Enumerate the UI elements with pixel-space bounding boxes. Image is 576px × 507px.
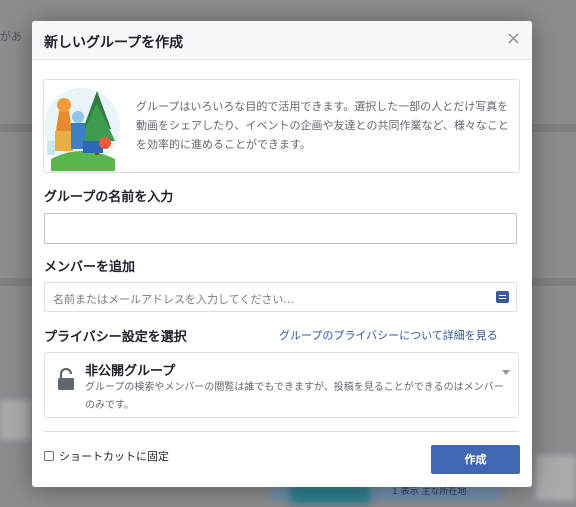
chevron-down-icon <box>502 370 510 375</box>
background-blurred-image <box>0 400 30 440</box>
lock-icon <box>58 367 74 390</box>
close-icon[interactable]: × <box>506 30 521 48</box>
members-label: メンバーを追加 <box>44 260 136 275</box>
privacy-select[interactable]: 非公開グループ グループの検索やメンバーの閲覧は誰でもできますが、投稿を見ること… <box>44 352 519 418</box>
divider <box>44 431 519 432</box>
pin-shortcut-label: ショートカットに固定 <box>59 450 169 463</box>
privacy-option-description: グループの検索やメンバーの閲覧は誰でもできますが、投稿を見ることができるのはメン… <box>85 382 504 411</box>
group-illustration <box>45 81 120 171</box>
background-text: があ <box>0 30 22 43</box>
background-blurred-button <box>290 484 370 504</box>
pin-shortcut-option[interactable]: ショートカットに固定 <box>44 448 169 464</box>
dialog-header: 新しいグループを作成 × <box>32 21 532 60</box>
create-button[interactable]: 作成 <box>431 445 520 474</box>
members-placeholder: 名前またはメールアドレスを入力してください... <box>53 293 294 306</box>
pin-shortcut-checkbox[interactable] <box>44 451 54 461</box>
intro-box: グループはいろいろな目的で活用できます。選択した一部の人とだけ写真を動画をシェア… <box>43 79 520 173</box>
intro-text: グループはいろいろな目的で活用できます。選択した一部の人とだけ写真を動画をシェア… <box>136 100 509 151</box>
privacy-label: プライバシー設定を選択 <box>44 330 187 345</box>
dialog-title: 新しいグループを作成 <box>44 35 184 51</box>
create-group-dialog: 新しいグループを作成 × グループはいろいろな目的で活用できます。選択した一部の… <box>32 21 532 487</box>
address-book-icon[interactable] <box>496 291 509 303</box>
group-name-input[interactable] <box>44 213 517 244</box>
group-name-label: グループの名前を入力 <box>44 190 174 205</box>
privacy-learn-more-link[interactable]: グループのプライバシーについて詳細を見る <box>279 327 498 343</box>
background-blurred-image <box>536 455 576 500</box>
members-input[interactable]: 名前またはメールアドレスを入力してください... <box>44 282 517 312</box>
privacy-option-title: 非公開グループ <box>85 364 176 379</box>
